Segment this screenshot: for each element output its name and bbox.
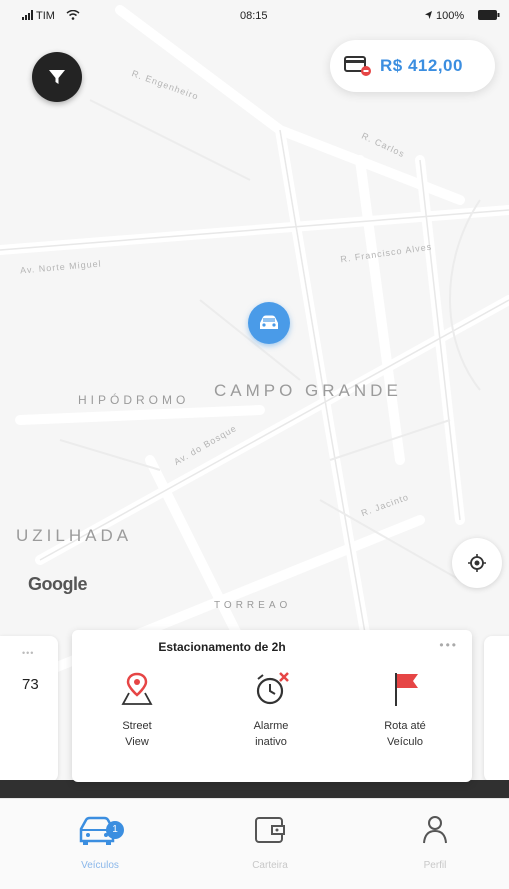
carrier-name: TIM: [36, 10, 55, 22]
card-shelf: [0, 780, 509, 798]
vehicle-marker[interactable]: [248, 302, 290, 344]
neighborhood-label: TORREAO: [214, 600, 292, 611]
more-options-icon[interactable]: •••: [439, 638, 458, 652]
tab-label: Carteira: [252, 860, 288, 871]
parking-card[interactable]: Estacionamento de 2h ••• Street View Ala…: [72, 630, 472, 782]
previous-parking-card[interactable]: ••• 73: [0, 636, 58, 782]
route-label-1: Rota até: [384, 720, 426, 732]
neighborhood-label: CAMPO GRANDE: [214, 381, 402, 400]
balance-amount: R$ 412,00: [380, 56, 463, 75]
flag-icon: [395, 673, 418, 706]
tab-vehicles[interactable]: 1 Veículos: [40, 813, 160, 883]
balance-chip[interactable]: R$ 412,00: [330, 40, 495, 92]
card-value: 73: [22, 676, 39, 693]
more-icon: •••: [22, 648, 35, 658]
street-view-label-2: View: [125, 736, 149, 748]
status-bar: TIM 08:15 100%: [0, 0, 509, 32]
filter-button[interactable]: [32, 52, 82, 102]
crosshair-icon: [468, 554, 486, 572]
bottom-navigation: 1 Veículos Carteira Perfil: [0, 798, 509, 889]
street-view-button[interactable]: Street View: [82, 668, 192, 778]
app-screen: R. Engenheiro R. Carlos Av. Norte Miguel…: [0, 0, 509, 889]
location-arrow-icon: [424, 10, 433, 23]
vehicles-badge: 1: [106, 821, 124, 839]
battery-icon: [478, 10, 500, 23]
clock: 08:15: [240, 10, 268, 22]
alarm-label-2: inativo: [255, 736, 287, 748]
alarm-label-1: Alarme: [253, 720, 289, 732]
battery-percent: 100%: [436, 10, 465, 22]
alarm-off-icon: [256, 672, 289, 705]
neighborhood-label: UZILHADA: [16, 526, 133, 545]
route-to-vehicle-button[interactable]: Rota até Veículo: [350, 668, 460, 778]
filter-icon: [49, 70, 65, 84]
alarm-button[interactable]: Alarme inativo: [216, 668, 326, 778]
my-location-button[interactable]: [452, 538, 502, 588]
map-pin-icon: [121, 672, 153, 705]
route-label-2: Veículo: [386, 736, 424, 748]
parking-title: Estacionamento de 2h: [158, 640, 286, 654]
neighborhood-label: HIPÓDROMO: [78, 393, 190, 407]
user-icon: [423, 816, 447, 844]
next-parking-card[interactable]: [484, 636, 509, 782]
car-icon: [260, 315, 278, 329]
google-logo: Google: [28, 574, 88, 594]
wifi-icon: [66, 9, 80, 23]
wallet-icon: [255, 817, 285, 843]
tab-label: Veículos: [81, 860, 119, 871]
tab-wallet[interactable]: Carteira: [210, 813, 330, 883]
card-icon: [344, 55, 372, 77]
tab-profile[interactable]: Perfil: [375, 813, 495, 883]
tab-label: Perfil: [423, 860, 447, 871]
street-view-label-1: Street: [122, 720, 152, 732]
